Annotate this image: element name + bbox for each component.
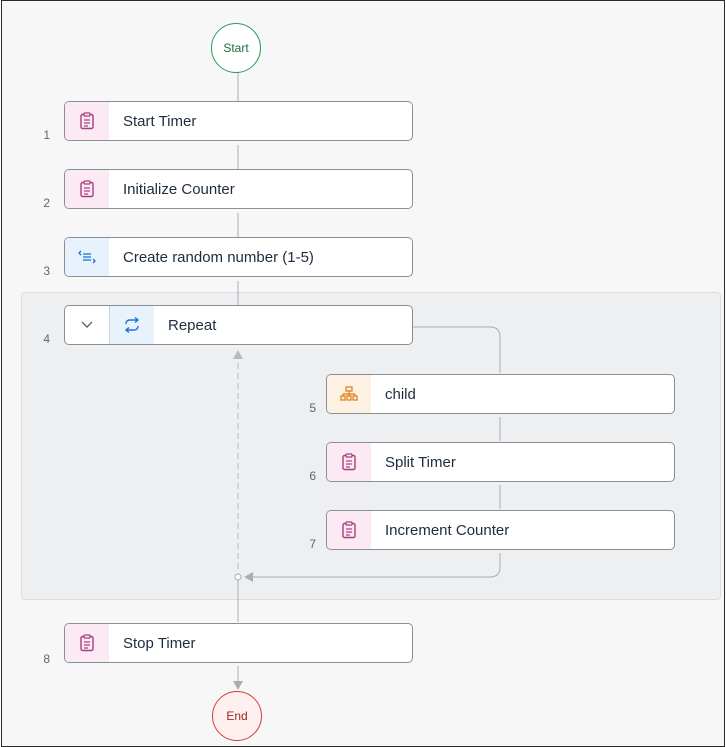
chevron-down-icon	[81, 321, 93, 328]
start-label: Start	[223, 41, 249, 55]
step-label: Create random number (1-5)	[123, 248, 314, 266]
step-increment-counter[interactable]: Increment Counter	[326, 510, 675, 550]
step-label: Initialize Counter	[123, 180, 235, 198]
step-repeat[interactable]: Repeat	[64, 305, 413, 345]
end-arrow	[233, 681, 243, 690]
step-number: 7	[309, 537, 316, 551]
step-number: 8	[43, 652, 50, 666]
collapse-toggle[interactable]	[65, 306, 110, 344]
step-split-timer[interactable]: Split Timer	[326, 442, 675, 482]
step-label: Increment Counter	[385, 521, 510, 539]
start-event[interactable]: Start	[211, 23, 261, 73]
step-number: 3	[43, 264, 50, 278]
step-label: Split Timer	[385, 453, 456, 471]
end-event[interactable]: End	[212, 691, 262, 741]
step-number: 5	[309, 401, 316, 415]
end-label: End	[226, 709, 248, 723]
clipboard-icon	[65, 170, 109, 208]
clipboard-icon	[327, 443, 371, 481]
step-label: Stop Timer	[123, 634, 196, 652]
loop-back-arrow	[233, 350, 243, 359]
process-canvas: Start 1 Start Timer 2 Initialize Counter…	[1, 0, 725, 747]
clipboard-icon	[327, 511, 371, 549]
step-number: 2	[43, 196, 50, 210]
loop-join-point	[234, 573, 242, 581]
step-child[interactable]: child	[326, 374, 675, 414]
clipboard-icon	[65, 102, 109, 140]
list-transform-icon	[65, 238, 109, 276]
step-stop-timer[interactable]: Stop Timer	[64, 623, 413, 663]
step-number: 6	[309, 469, 316, 483]
step-number: 4	[43, 332, 50, 346]
step-initialize-counter[interactable]: Initialize Counter	[64, 169, 413, 209]
step-create-random-number[interactable]: Create random number (1-5)	[64, 237, 413, 277]
connector-7-loop	[246, 553, 501, 578]
step-label: child	[385, 385, 416, 403]
connector-4-5	[412, 326, 501, 373]
repeat-icon	[110, 306, 154, 344]
step-label: Repeat	[168, 316, 217, 334]
step-start-timer[interactable]: Start Timer	[64, 101, 413, 141]
step-label: Start Timer	[123, 112, 197, 130]
step-number: 1	[43, 128, 50, 142]
clipboard-icon	[65, 624, 109, 662]
loop-join-arrow	[244, 572, 253, 582]
hierarchy-icon	[327, 375, 371, 413]
